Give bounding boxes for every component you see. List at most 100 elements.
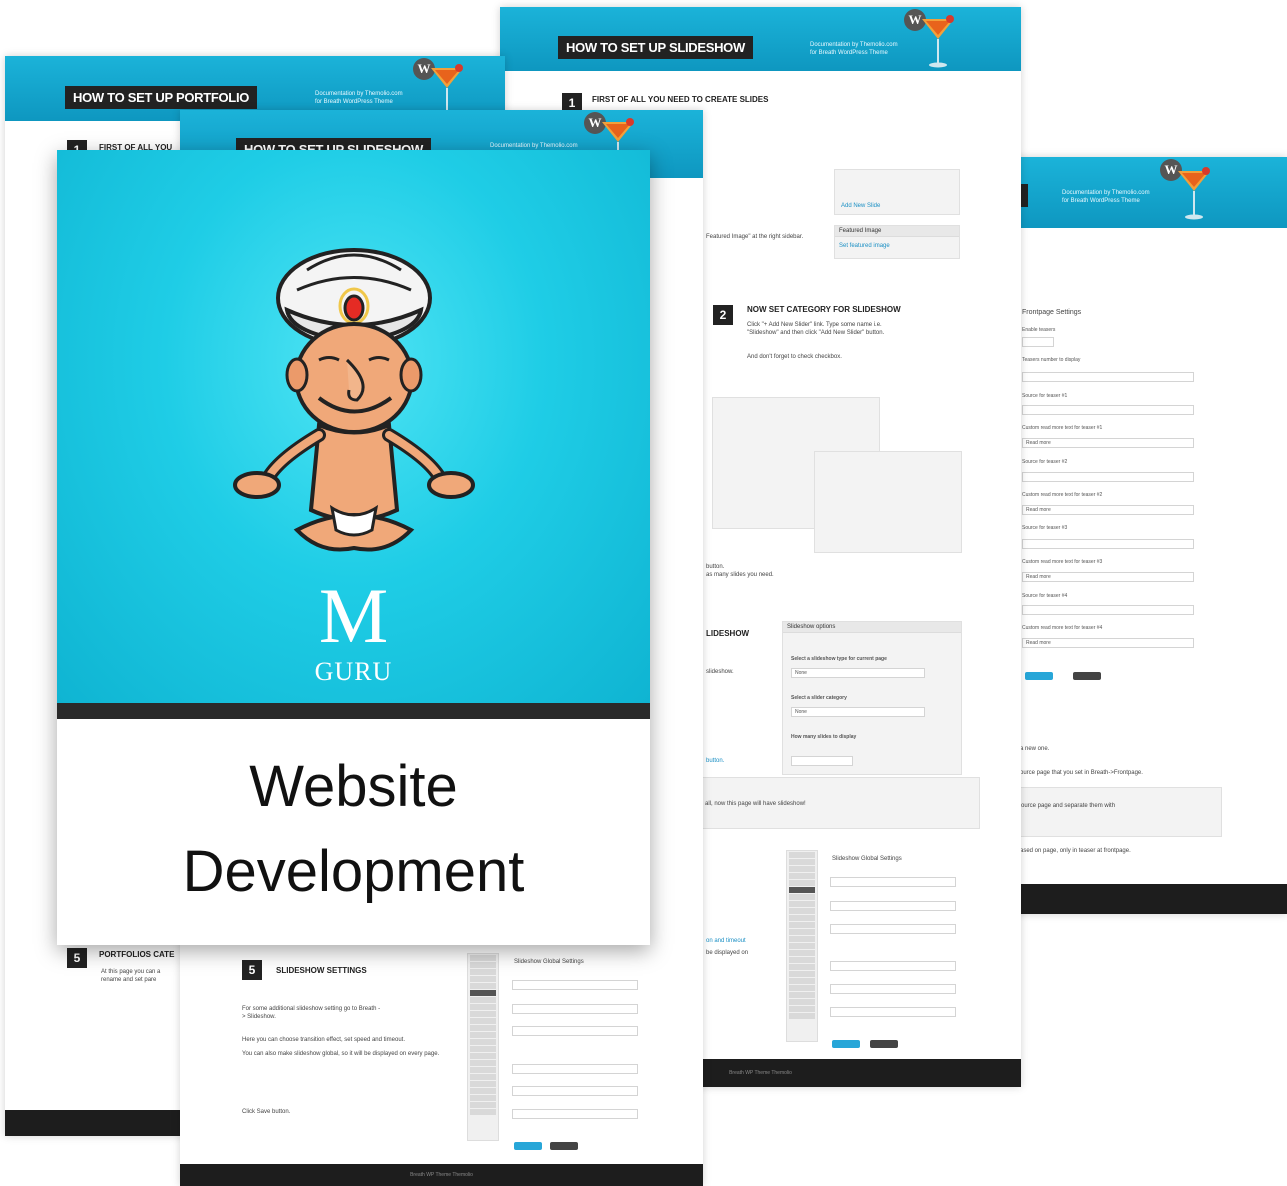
teaser1-source-select[interactable] bbox=[1022, 405, 1194, 415]
featured-image-panel: Add New Slide bbox=[834, 169, 960, 215]
cover-divider-band bbox=[57, 703, 650, 719]
doc-note: Documentation by Themolio.com for Breath… bbox=[810, 42, 898, 56]
teaser4-source-label: Source for teaser #4 bbox=[1022, 593, 1068, 599]
sheet-title: HOW TO SET UP SLIDESHOW bbox=[558, 36, 753, 59]
cocktail-glass-icon bbox=[1178, 167, 1210, 220]
slider-category-select[interactable]: None bbox=[791, 707, 925, 717]
teasers-number-select[interactable] bbox=[1022, 372, 1194, 382]
enable-teasers-toggle[interactable] bbox=[1022, 337, 1054, 347]
reset-button[interactable] bbox=[550, 1142, 578, 1150]
cover-title-line1: Website bbox=[249, 754, 458, 819]
settings-text-1: For some additional slideshow setting go… bbox=[242, 1006, 381, 1020]
teaser4-custom-input[interactable]: Read more bbox=[1022, 638, 1194, 648]
cover-artwork: M Guru bbox=[57, 150, 650, 703]
logo-word: Guru bbox=[314, 657, 393, 686]
select-value: None bbox=[795, 670, 807, 676]
book-cover: M Guru Website Development bbox=[57, 150, 650, 945]
set-featured-image-link[interactable]: Set featured image bbox=[839, 242, 890, 250]
slideshow-text: slideshow. bbox=[706, 669, 734, 675]
enable-teasers-label: Enable teasers bbox=[1022, 327, 1056, 333]
frontpage-text-1: ource page that you set in Breath->Front… bbox=[1020, 770, 1143, 776]
global-field-2[interactable] bbox=[830, 901, 956, 911]
settings-text-2: Here you can choose transition effect, s… bbox=[242, 1037, 405, 1043]
global-field-1[interactable] bbox=[512, 980, 638, 990]
sheet-footer: Breath WP Theme Themolio bbox=[180, 1164, 703, 1186]
save-button[interactable] bbox=[1025, 672, 1053, 680]
global-field-1[interactable] bbox=[830, 877, 956, 887]
done-text: all, now this page will have slideshow! bbox=[705, 801, 806, 807]
teaser2-source-label: Source for teaser #2 bbox=[1022, 459, 1068, 465]
doc-note: Documentation by Themolio.com for Breath… bbox=[315, 91, 403, 105]
done-note-panel: all, now this page will have slideshow! bbox=[700, 777, 980, 829]
global-field-6[interactable] bbox=[512, 1109, 638, 1119]
save-button-hint: button. bbox=[706, 758, 725, 764]
frontpage-text-2: ource page and separate them with bbox=[1021, 803, 1116, 809]
teaser1-custom-input[interactable]: Read more bbox=[1022, 438, 1194, 448]
teaser3-custom-input[interactable]: Read more bbox=[1022, 572, 1194, 582]
frontpage-doc-sheet: RK Documentation by Themolio.com for Bre… bbox=[980, 157, 1287, 914]
step-number: 5 bbox=[67, 948, 87, 968]
global-field-6[interactable] bbox=[830, 1007, 956, 1017]
read-more-value: Read more bbox=[1026, 440, 1051, 446]
admin-menu-sidebar bbox=[786, 850, 818, 1042]
read-more-value: Read more bbox=[1026, 640, 1051, 646]
sheet-footer bbox=[980, 884, 1287, 914]
doc-note: Documentation by Themolio.com for Breath… bbox=[1062, 190, 1150, 204]
logo-letter: M bbox=[318, 572, 389, 659]
cocktail-glass-icon bbox=[922, 15, 954, 68]
global-field-3[interactable] bbox=[830, 924, 956, 934]
step-title: PORTFOLIOS CATE bbox=[99, 950, 175, 959]
teaser2-custom-input[interactable]: Read more bbox=[1022, 505, 1194, 515]
reset-button[interactable] bbox=[870, 1040, 898, 1048]
frontpage-text-3: ased on page, only in teaser at frontpag… bbox=[1020, 848, 1131, 854]
footer-text: Breath WP Theme Themolio bbox=[410, 1172, 473, 1178]
step-title: NOW SET CATEGORY FOR SLIDESHOW bbox=[747, 305, 901, 314]
featured-image-link[interactable]: Add New Slide bbox=[841, 202, 880, 210]
teaser1-custom-label: Custom read more text for teaser #1 bbox=[1022, 425, 1103, 431]
slider-options-form bbox=[814, 451, 962, 553]
teaser1-source-label: Source for teaser #1 bbox=[1022, 393, 1068, 399]
step-title: FIRST OF ALL YOU NEED TO CREATE SLIDES bbox=[592, 95, 769, 104]
slideshow-options-head: Slideshow options bbox=[783, 622, 961, 633]
save-changes-button[interactable] bbox=[514, 1142, 542, 1150]
slideshow-options-panel: Slideshow options Select a slideshow typ… bbox=[782, 621, 962, 775]
frontpage-text-new: a new one. bbox=[1020, 746, 1050, 752]
step2-note: And don't forget to check checkbox. bbox=[747, 354, 842, 360]
sheet-title: HOW TO SET UP PORTFOLIO bbox=[65, 86, 258, 109]
featured-image-text: Featured Image" at the right sidebar. bbox=[706, 234, 804, 240]
slides-count-label: How many slides to display bbox=[791, 734, 857, 740]
footer-text: Breath WP Theme Themolio bbox=[729, 1070, 792, 1076]
global-field-4[interactable] bbox=[830, 961, 956, 971]
global-field-5[interactable] bbox=[512, 1086, 638, 1096]
step5-text: At this page you can a rename and set pa… bbox=[101, 969, 161, 983]
teaser3-source-label: Source for teaser #3 bbox=[1022, 525, 1068, 531]
global-field-2[interactable] bbox=[512, 1004, 638, 1014]
teaser2-source-select[interactable] bbox=[1022, 472, 1194, 482]
genie-mascot-illustration bbox=[233, 248, 475, 552]
step2-text: Click "+ Add New Slider" link. Type some… bbox=[747, 322, 885, 336]
read-more-value: Read more bbox=[1026, 574, 1051, 580]
teaser2-custom-label: Custom read more text for teaser #2 bbox=[1022, 492, 1103, 498]
reset-button[interactable] bbox=[1073, 672, 1101, 680]
step-number: 5 bbox=[242, 960, 262, 980]
teaser4-source-select[interactable] bbox=[1022, 605, 1194, 615]
button-hint: button. bbox=[706, 564, 725, 570]
featured-image-box: Featured Image Set featured image bbox=[834, 225, 960, 259]
global-text: on and timeout bbox=[706, 938, 746, 944]
sheet-header: RK Documentation by Themolio.com for Bre… bbox=[980, 157, 1287, 228]
settings-text-4: Click Save button. bbox=[242, 1109, 291, 1115]
slides-count-input[interactable] bbox=[791, 756, 853, 766]
slideshow-type-label: Select a slideshow type for current page bbox=[791, 656, 887, 662]
teaser3-custom-label: Custom read more text for teaser #3 bbox=[1022, 559, 1103, 565]
global-field-3[interactable] bbox=[512, 1026, 638, 1036]
save-changes-button[interactable] bbox=[832, 1040, 860, 1048]
slideshow-type-select[interactable]: None bbox=[791, 668, 925, 678]
teaser3-source-select[interactable] bbox=[1022, 539, 1194, 549]
teaser4-custom-label: Custom read more text for teaser #4 bbox=[1022, 625, 1103, 631]
step-title: SLIDESHOW SETTINGS bbox=[276, 966, 367, 975]
slideshow-section-label: LIDESHOW bbox=[706, 629, 750, 638]
slider-category-label: Select a slider category bbox=[791, 695, 847, 701]
global-field-5[interactable] bbox=[830, 984, 956, 994]
global-field-4[interactable] bbox=[512, 1064, 638, 1074]
teasers-number-label: Teasers number to display bbox=[1022, 357, 1081, 363]
